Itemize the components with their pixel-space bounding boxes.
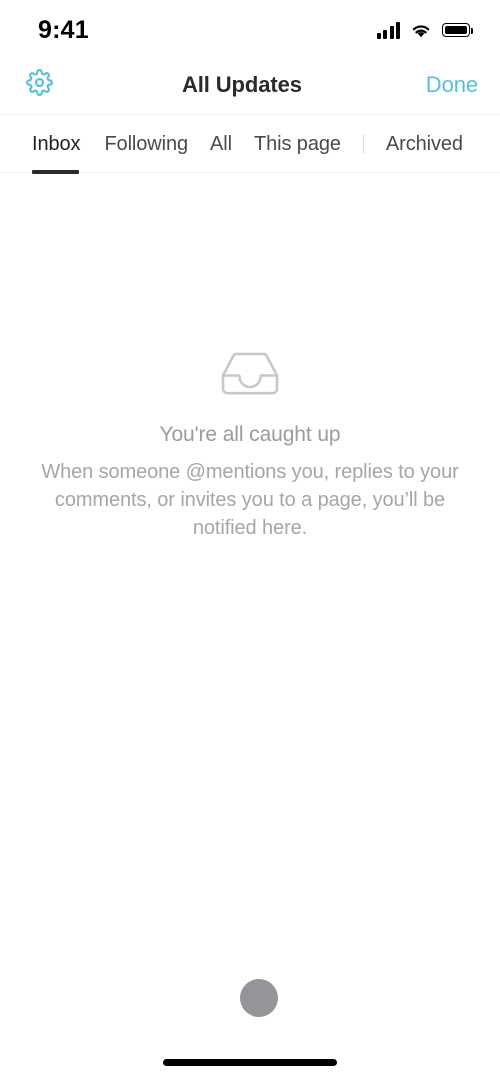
tab-following[interactable]: Following <box>104 133 188 156</box>
tab-separator <box>362 134 364 154</box>
battery-full-icon <box>442 23 474 37</box>
settings-button[interactable] <box>20 66 58 104</box>
empty-state-title: You're all caught up <box>159 423 341 446</box>
status-bar: 9:41 <box>0 0 500 56</box>
tab-archived[interactable]: Archived <box>386 133 463 156</box>
tab-inbox[interactable]: Inbox <box>32 133 81 156</box>
app-screen: 9:41 All Updates Done Inbox Following Al… <box>0 0 500 1080</box>
page-title: All Updates <box>181 72 302 97</box>
cellular-signal-icon <box>376 21 400 39</box>
status-bar-time: 9:41 <box>38 15 89 44</box>
empty-state: You're all caught up When someone @menti… <box>0 350 500 542</box>
tab-all[interactable]: All <box>210 133 232 156</box>
tab-this-page[interactable]: This page <box>254 133 341 156</box>
navigation-header: All Updates Done <box>0 56 500 114</box>
done-button[interactable]: Done <box>426 72 478 98</box>
status-bar-icons <box>376 21 474 39</box>
active-tab-indicator <box>32 170 79 174</box>
home-indicator-bar[interactable] <box>163 1059 337 1066</box>
touch-indicator-dot <box>240 979 278 1017</box>
inbox-tray-icon <box>219 350 281 398</box>
tab-bar: Inbox Following All This page Archived <box>0 115 500 173</box>
wifi-icon <box>410 22 432 39</box>
empty-state-description: When someone @mentions you, replies to y… <box>41 461 459 539</box>
gear-icon <box>25 69 53 101</box>
